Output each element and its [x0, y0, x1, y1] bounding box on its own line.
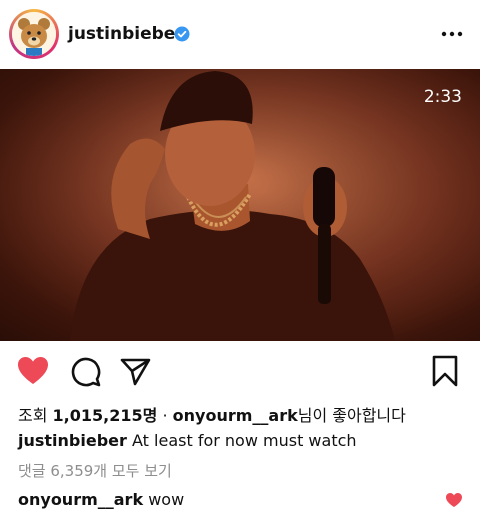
caption-text: At least for now must watch	[132, 431, 357, 450]
video-frame	[0, 69, 480, 341]
post-video[interactable]: 2:33	[0, 69, 480, 341]
comment-username[interactable]: onyourm__ark	[18, 490, 143, 509]
verified-badge-icon	[174, 26, 190, 42]
views-label: 조회	[18, 406, 48, 425]
liked-by-username[interactable]: onyourm__ark	[173, 406, 298, 425]
video-duration: 2:33	[423, 87, 462, 107]
avatar-story-ring[interactable]	[9, 9, 59, 59]
comment-like-heart-icon[interactable]	[445, 492, 463, 508]
comment-icon[interactable]	[68, 354, 102, 388]
action-bar	[0, 350, 480, 394]
avatar[interactable]	[12, 12, 56, 56]
bookmark-save-icon[interactable]	[428, 354, 462, 388]
separator-dot: ·	[162, 406, 168, 425]
view-all-comments-link[interactable]: 댓글 6,359개 모두 보기	[18, 460, 172, 481]
comment-text: wow	[148, 490, 185, 509]
share-send-icon[interactable]	[118, 354, 152, 388]
header-username[interactable]: justinbieber	[68, 24, 184, 44]
top-comment: onyourm__ark wow	[18, 490, 184, 509]
views-liked-by-line: 조회 1,015,215명 · onyourm__ark님이 좋아합니다	[18, 402, 406, 426]
views-count[interactable]: 1,015,215명	[53, 406, 158, 425]
bear-avatar-icon	[12, 12, 56, 56]
more-options-icon[interactable]	[440, 24, 464, 44]
liked-by-suffix: 님이 좋아합니다	[297, 406, 406, 425]
post-header: justinbieber	[0, 0, 480, 70]
post-caption: justinbieber At least for now must watch	[18, 431, 357, 450]
like-heart-icon[interactable]	[16, 354, 50, 388]
caption-username[interactable]: justinbieber	[18, 431, 127, 450]
